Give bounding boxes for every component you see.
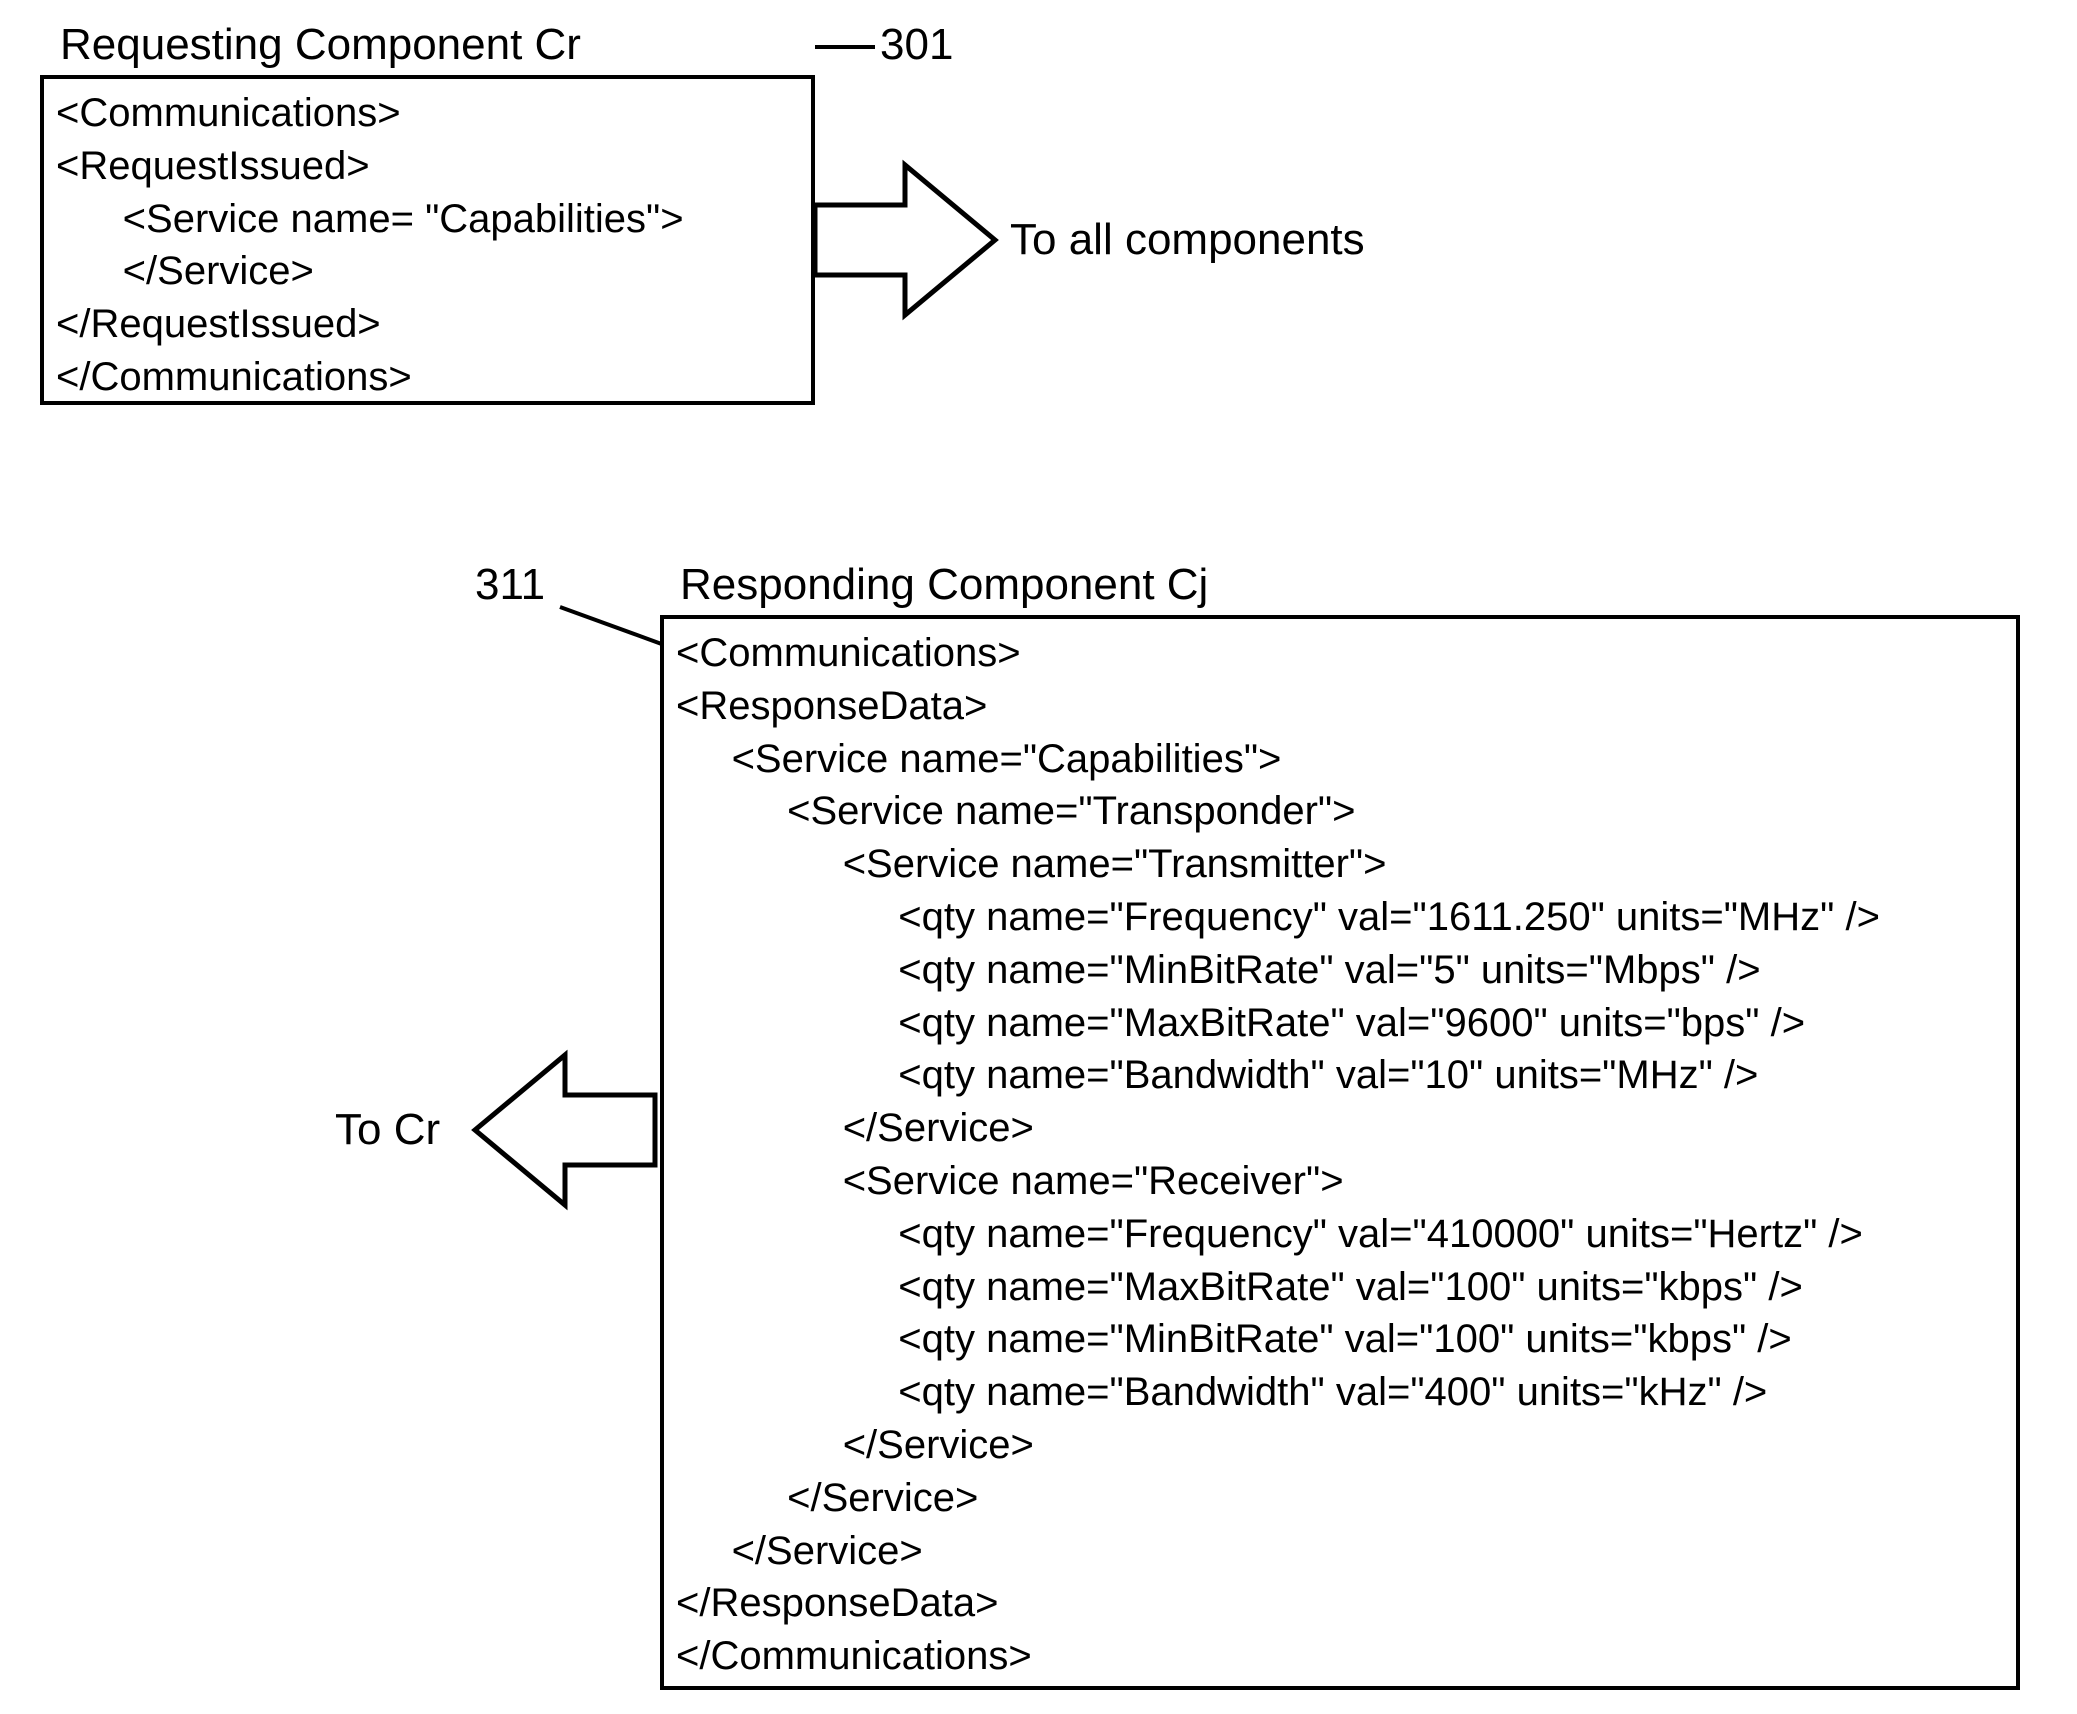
responding-ref-label: 311	[475, 560, 545, 610]
arrow-left-icon	[475, 1055, 655, 1205]
requesting-code: <Communications> <RequestIssued> <Servic…	[56, 87, 799, 404]
responding-ref-leader	[559, 605, 668, 648]
responding-title: Responding Component Cj	[680, 560, 1208, 610]
responding-arrow-label: To Cr	[335, 1105, 440, 1155]
requesting-box: <Communications> <RequestIssued> <Servic…	[40, 75, 815, 405]
requesting-title: Requesting Component Cr	[60, 20, 581, 70]
responding-box: <Communications> <ResponseData> <Service…	[660, 615, 2020, 1690]
requesting-ref-label: 301	[880, 20, 953, 70]
responding-code: <Communications> <ResponseData> <Service…	[676, 627, 2004, 1683]
arrow-right-icon	[815, 165, 995, 315]
requesting-arrow-label: To all components	[1010, 215, 1365, 265]
diagram-canvas: Requesting Component Cr 301 <Communicati…	[0, 0, 2077, 1714]
requesting-ref-leader	[815, 45, 875, 49]
